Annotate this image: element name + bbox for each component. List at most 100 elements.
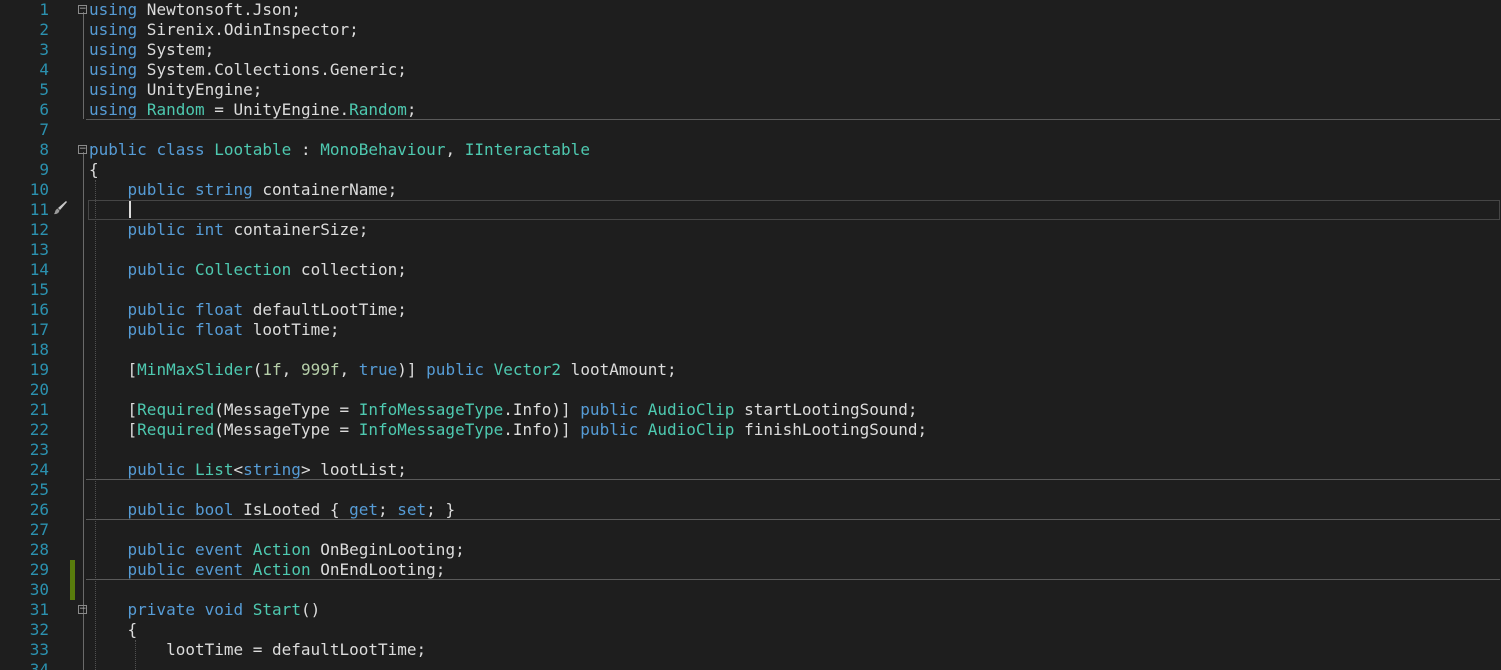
- code-token: Action: [252, 540, 311, 559]
- code-line[interactable]: 4 using System.Collections.Generic;: [0, 60, 1501, 80]
- code-token: > lootList;: [300, 460, 407, 479]
- line-number: 34: [29, 660, 49, 670]
- code-line[interactable]: 14 public Collection collection;: [0, 260, 1501, 280]
- code-line[interactable]: 31 − private void Start(): [0, 600, 1501, 620]
- code-line[interactable]: 21 [Required(MessageType = InfoMessageTy…: [0, 400, 1501, 420]
- code-text[interactable]: using System;: [89, 40, 214, 60]
- code-line[interactable]: 34: [0, 660, 1501, 670]
- code-text[interactable]: public float lootTime;: [89, 320, 340, 340]
- code-line[interactable]: 26 public bool IsLooted { get; set; }: [0, 500, 1501, 520]
- collapse-icon[interactable]: −: [78, 5, 87, 14]
- code-line[interactable]: 3 using System;: [0, 40, 1501, 60]
- code-token: public: [127, 180, 186, 199]
- code-line[interactable]: 9{: [0, 160, 1501, 180]
- code-text[interactable]: {: [89, 620, 138, 640]
- code-line[interactable]: 2 using Sirenix.OdinInspector;: [0, 20, 1501, 40]
- code-line[interactable]: 17 public float lootTime;: [0, 320, 1501, 340]
- code-text[interactable]: using UnityEngine;: [89, 80, 262, 100]
- collapse-icon[interactable]: −: [78, 605, 87, 614]
- code-token: using: [89, 40, 138, 59]
- code-line[interactable]: 25: [0, 480, 1501, 500]
- code-token: Vector2: [493, 360, 562, 379]
- code-text[interactable]: public Collection collection;: [89, 260, 407, 280]
- code-text[interactable]: using System.Collections.Generic;: [89, 60, 407, 80]
- code-token: public: [89, 140, 147, 159]
- code-token: true: [358, 360, 398, 379]
- code-token: using: [89, 100, 138, 119]
- code-line[interactable]: 20: [0, 380, 1501, 400]
- line-number: 31: [29, 600, 49, 619]
- code-text[interactable]: using Newtonsoft.Json;: [89, 0, 301, 20]
- code-text[interactable]: private void Start(): [89, 600, 321, 620]
- code-line[interactable]: 28 public event Action OnBeginLooting;: [0, 540, 1501, 560]
- code-editor[interactable]: 1− using Newtonsoft.Json; 2 using Sirenix.O…: [0, 0, 1501, 670]
- code-token: OnEndLooting;: [310, 560, 446, 579]
- code-line[interactable]: 27: [0, 520, 1501, 540]
- code-token: class: [156, 140, 205, 159]
- code-text[interactable]: lootTime = defaultLootTime;: [89, 640, 426, 660]
- code-line[interactable]: 30: [0, 580, 1501, 600]
- code-line[interactable]: 1 − using Newtonsoft.Json;: [0, 0, 1501, 20]
- code-token: lootTime = defaultLootTime;: [89, 640, 427, 659]
- code-token: ; }: [426, 500, 456, 519]
- code-line[interactable]: 12 public int containerSize;: [0, 220, 1501, 240]
- code-line[interactable]: 33 lootTime = defaultLootTime;: [0, 640, 1501, 660]
- line-number: 5: [39, 80, 49, 99]
- code-line[interactable]: 8 − public class Lootable : MonoBehaviour,…: [0, 140, 1501, 160]
- code-text[interactable]: public bool IsLooted { get; set; }: [89, 500, 456, 520]
- code-text[interactable]: public event Action OnBeginLooting;: [89, 540, 465, 560]
- code-token: ;: [378, 500, 398, 519]
- code-text[interactable]: [MinMaxSlider(1f, 999f, true)] public Ve…: [89, 360, 677, 380]
- code-token: ,: [445, 140, 465, 159]
- code-token: collection;: [291, 260, 407, 279]
- code-line[interactable]: 7: [0, 120, 1501, 140]
- code-text[interactable]: using Random = UnityEngine.Random;: [89, 100, 417, 120]
- code-token: = UnityEngine.: [204, 100, 350, 119]
- code-line[interactable]: 32 {: [0, 620, 1501, 640]
- code-text[interactable]: [Required(MessageType = InfoMessageType.…: [89, 420, 928, 440]
- code-line[interactable]: 22 [Required(MessageType = InfoMessageTy…: [0, 420, 1501, 440]
- code-text[interactable]: public float defaultLootTime;: [89, 300, 407, 320]
- code-text[interactable]: public class Lootable : MonoBehaviour, I…: [89, 140, 590, 160]
- code-token: event: [194, 560, 244, 579]
- code-line[interactable]: 24 public List<string> lootList;: [0, 460, 1501, 480]
- code-line[interactable]: 29 public event Action OnEndLooting;: [0, 560, 1501, 580]
- code-line[interactable]: 15: [0, 280, 1501, 300]
- line-number: 10: [29, 180, 49, 199]
- code-line[interactable]: 23: [0, 440, 1501, 460]
- code-token: .Info)]: [503, 400, 581, 419]
- code-text[interactable]: public event Action OnEndLooting;: [89, 560, 446, 580]
- collapse-icon[interactable]: −: [78, 145, 87, 154]
- code-line[interactable]: 5 using UnityEngine;: [0, 80, 1501, 100]
- code-line[interactable]: 10 public string containerName;: [0, 180, 1501, 200]
- code-text[interactable]: {: [89, 160, 99, 180]
- code-line[interactable]: 18: [0, 340, 1501, 360]
- code-line[interactable]: 6 using Random = UnityEngine.Random;: [0, 100, 1501, 120]
- code-line[interactable]: 11: [0, 200, 1501, 220]
- code-text[interactable]: public string containerName;: [89, 180, 398, 200]
- code-token: OnBeginLooting;: [310, 540, 465, 559]
- code-token: public: [580, 420, 639, 439]
- code-text[interactable]: public List<string> lootList;: [89, 460, 407, 480]
- code-text[interactable]: public int containerSize;: [89, 220, 369, 240]
- code-line[interactable]: 19 [MinMaxSlider(1f, 999f, true)] public…: [0, 360, 1501, 380]
- code-token: int: [194, 220, 224, 239]
- paintbrush-icon[interactable]: [52, 200, 68, 216]
- line-number: 30: [29, 580, 49, 599]
- code-text[interactable]: using Sirenix.OdinInspector;: [89, 20, 359, 40]
- code-line[interactable]: 16 public float defaultLootTime;: [0, 300, 1501, 320]
- code-text[interactable]: [Required(MessageType = InfoMessageType.…: [89, 400, 918, 420]
- line-number: 21: [29, 400, 49, 419]
- line-number: 18: [29, 340, 49, 359]
- code-line[interactable]: 13: [0, 240, 1501, 260]
- code-token: lootTime;: [243, 320, 340, 339]
- code-token: ;: [406, 100, 417, 119]
